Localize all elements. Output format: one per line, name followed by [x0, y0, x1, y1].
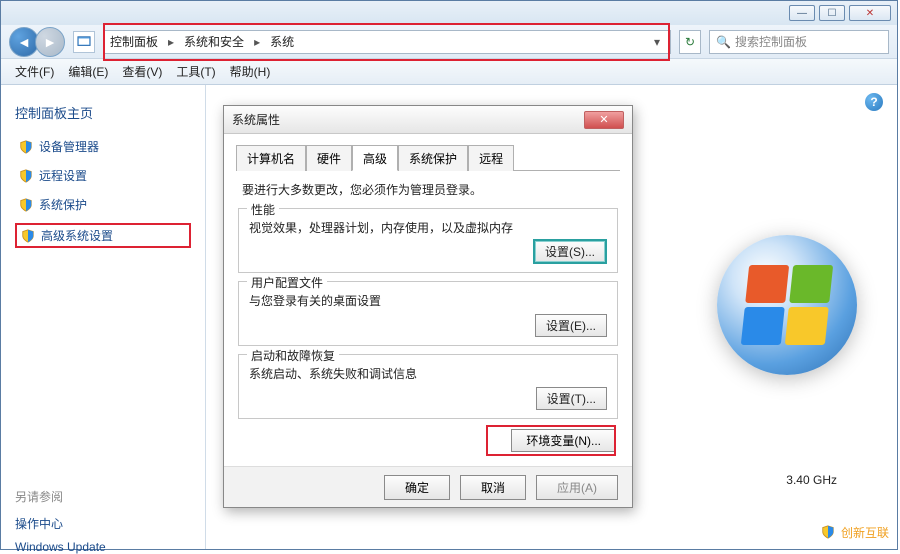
shield-icon: [21, 229, 35, 243]
group-title: 启动和故障恢复: [247, 347, 339, 364]
nav-buttons: ◄ ►: [9, 27, 65, 57]
sidebar-item-label: 系统保护: [39, 196, 87, 213]
address-bar[interactable]: 控制面板 ▸ 系统和安全 ▸ 系统 ▾: [103, 30, 671, 54]
shield-icon: [821, 525, 837, 541]
dialog-tabs: 计算机名 硬件 高级 系统保护 远程: [236, 144, 620, 171]
window-titlebar: — ☐ ✕: [1, 1, 897, 25]
tab-advanced[interactable]: 高级: [352, 145, 398, 171]
group-title: 性能: [247, 201, 279, 218]
address-icon[interactable]: [73, 31, 95, 53]
group-description: 与您登录有关的桌面设置: [249, 292, 607, 309]
shield-icon: [19, 140, 33, 154]
control-panel-home-link[interactable]: 控制面板主页: [15, 103, 191, 122]
group-description: 系统启动、系统失败和调试信息: [249, 365, 607, 382]
navigation-bar: ◄ ► 控制面板 ▸ 系统和安全 ▸ 系统 ▾ ↻ 🔍 搜索控制面板: [1, 25, 897, 59]
chevron-right-icon: ▸: [252, 35, 262, 49]
shield-icon: [19, 198, 33, 212]
cpu-frequency-value: 3.40 GHz: [786, 473, 837, 487]
chevron-right-icon: ▸: [166, 35, 176, 49]
dialog-close-button[interactable]: ✕: [584, 111, 624, 129]
refresh-button[interactable]: ↻: [679, 30, 701, 54]
menu-edit[interactable]: 编辑(E): [68, 63, 108, 80]
sidebar-item-label: 高级系统设置: [41, 227, 113, 244]
sidebar-item-label: 设备管理器: [39, 138, 99, 155]
breadcrumb-item[interactable]: 系统: [270, 33, 294, 50]
menu-tools[interactable]: 工具(T): [176, 63, 215, 80]
environment-variables-button[interactable]: 环境变量(N)...: [511, 429, 616, 452]
tab-computer-name[interactable]: 计算机名: [236, 145, 306, 171]
startup-recovery-group: 启动和故障恢复 系统启动、系统失败和调试信息 设置(T)...: [238, 354, 618, 419]
menu-help[interactable]: 帮助(H): [230, 63, 271, 80]
user-profile-group: 用户配置文件 与您登录有关的桌面设置 设置(E)...: [238, 281, 618, 346]
sidebar: 控制面板主页 设备管理器 远程设置 系统保护 高级系统设置 另请参阅 操作中心 …: [1, 85, 206, 549]
performance-group: 性能 视觉效果，处理器计划，内存使用，以及虚拟内存 设置(S)...: [238, 208, 618, 273]
sidebar-item-system-protection[interactable]: 系统保护: [15, 194, 191, 215]
sidebar-item-remote-settings[interactable]: 远程设置: [15, 165, 191, 186]
see-also-action-center[interactable]: 操作中心: [15, 515, 191, 532]
dialog-body: 计算机名 硬件 高级 系统保护 远程 要进行大多数更改，您必须作为管理员登录。 …: [224, 134, 632, 467]
help-icon[interactable]: ?: [865, 93, 883, 111]
sidebar-item-advanced-system-settings[interactable]: 高级系统设置: [15, 223, 191, 248]
minimize-button[interactable]: —: [789, 5, 815, 21]
menu-view[interactable]: 查看(V): [122, 63, 162, 80]
group-title: 用户配置文件: [247, 274, 327, 291]
maximize-button[interactable]: ☐: [819, 5, 845, 21]
system-properties-dialog: 系统属性 ✕ 计算机名 硬件 高级 系统保护 远程 要进行大多数更改，您必须作为…: [223, 105, 633, 508]
performance-settings-button[interactable]: 设置(S)...: [533, 239, 607, 264]
breadcrumb-item[interactable]: 控制面板: [110, 33, 158, 50]
close-button[interactable]: ✕: [849, 5, 891, 21]
user-profile-settings-button[interactable]: 设置(E)...: [535, 314, 607, 337]
watermark: 创新互联: [821, 524, 889, 541]
dialog-titlebar[interactable]: 系统属性 ✕: [224, 106, 632, 134]
dialog-title-text: 系统属性: [232, 111, 280, 128]
environment-variables-row: 环境变量(N)...: [240, 429, 616, 452]
cancel-button[interactable]: 取消: [460, 475, 526, 500]
sidebar-item-label: 远程设置: [39, 167, 87, 184]
forward-button[interactable]: ►: [35, 27, 65, 57]
sidebar-item-device-manager[interactable]: 设备管理器: [15, 136, 191, 157]
watermark-text: 创新互联: [841, 524, 889, 541]
startup-settings-button[interactable]: 设置(T)...: [536, 387, 607, 410]
tab-system-protection[interactable]: 系统保护: [398, 145, 468, 171]
dialog-footer: 确定 取消 应用(A): [224, 467, 632, 507]
tab-remote[interactable]: 远程: [468, 145, 514, 171]
apply-button[interactable]: 应用(A): [536, 475, 618, 500]
admin-note-text: 要进行大多数更改，您必须作为管理员登录。: [242, 181, 614, 198]
windows-logo: [717, 235, 857, 375]
search-placeholder: 搜索控制面板: [735, 33, 807, 50]
tab-hardware[interactable]: 硬件: [306, 145, 352, 171]
address-dropdown-icon[interactable]: ▾: [650, 35, 664, 49]
breadcrumb-item[interactable]: 系统和安全: [184, 33, 244, 50]
search-icon: 🔍: [716, 35, 731, 49]
ok-button[interactable]: 确定: [384, 475, 450, 500]
shield-icon: [19, 169, 33, 183]
menu-bar: 文件(F) 编辑(E) 查看(V) 工具(T) 帮助(H): [1, 59, 897, 85]
see-also-heading: 另请参阅: [15, 488, 191, 505]
menu-file[interactable]: 文件(F): [15, 63, 54, 80]
group-description: 视觉效果，处理器计划，内存使用，以及虚拟内存: [249, 219, 607, 236]
search-input[interactable]: 🔍 搜索控制面板: [709, 30, 889, 54]
